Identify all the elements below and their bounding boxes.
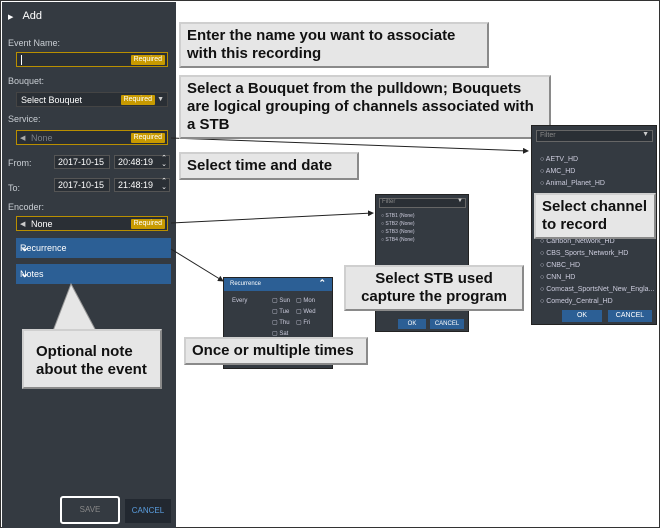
to-time-field[interactable]: 21:48:19 ⌃ ⌄ (114, 178, 170, 192)
to-label: To: (8, 183, 21, 193)
encoder-arrow (170, 210, 374, 224)
save-label: SAVE (79, 505, 101, 514)
callout-event-name: Enter the name you want to associate wit… (179, 22, 489, 68)
stb-item[interactable]: ○ STB4 (None) (381, 237, 415, 243)
channel-item[interactable]: ○ Cartoon_Network_HD (540, 238, 615, 245)
callout-channel: Select channel to record (534, 193, 656, 239)
stb-item[interactable]: ○ STB3 (None) (381, 229, 415, 235)
chevron-down-icon: ⌄ (20, 242, 30, 254)
callout-time: Select time and date (179, 152, 359, 180)
to-date-field[interactable]: 2017-10-15 (54, 178, 110, 192)
stb-list-popup: Filter ▼ ○ STB1 (None) ○ STB2 (None) ○ S… (375, 194, 469, 332)
recurrence-popup-title: Recurrence (230, 281, 262, 287)
spinner-icon: ⌃ ⌄ (161, 155, 167, 168)
service-field[interactable]: ◀ None Required (16, 130, 168, 145)
channel-cancel-button[interactable]: CANCEL (608, 310, 652, 322)
channel-item[interactable]: ○ CNBC_HD (540, 262, 580, 269)
callout-notes: Optional note about the event (22, 329, 162, 389)
day-checkbox[interactable]: ▢ Tue (272, 308, 289, 315)
day-checkbox[interactable]: ▢ Wed (296, 308, 316, 315)
filter-placeholder: Filter (540, 132, 556, 139)
day-checkbox[interactable]: ▢ Thu (272, 319, 290, 326)
bouquet-value: Select Bouquet (21, 95, 83, 105)
chevron-down-icon: ⌄ (20, 268, 30, 280)
left-arrow-icon: ◀ (20, 221, 26, 228)
required-badge: Required (130, 133, 165, 143)
panel-title: Add (22, 10, 43, 22)
dropdown-arrow-icon: ▼ (157, 96, 164, 103)
recurrence-popup-header[interactable]: Recurrence ⌃ (224, 278, 332, 291)
event-name-label: Event Name: (8, 38, 61, 48)
from-date-field[interactable]: 2017-10-15 (54, 155, 110, 169)
left-arrow-icon: ◀ (20, 135, 26, 142)
day-checkbox[interactable]: ▢ Sat (272, 330, 288, 337)
from-time-value: 20:48:19 (118, 157, 154, 167)
channel-filter-input[interactable]: Filter ▼ (536, 130, 653, 142)
bouquet-select[interactable]: Select Bouquet Required ▼ (16, 92, 168, 107)
channel-item[interactable]: ○ Comedy_Central_HD (540, 298, 613, 305)
encoder-field[interactable]: ◀ None Required (16, 216, 168, 231)
cancel-label: CANCEL (131, 506, 165, 515)
day-checkbox[interactable]: ▢ Sun (272, 297, 290, 304)
recurrence-arrow (170, 248, 224, 282)
callout-bouquet: Select a Bouquet from the pulldown; Bouq… (179, 75, 551, 139)
add-recording-panel: ▶ Add Event Name: Required Bouquet: Sele… (2, 2, 176, 528)
service-arrow (170, 137, 529, 154)
bouquet-label: Bouquet: (8, 76, 45, 86)
service-label: Service: (8, 114, 41, 124)
notes-bar[interactable]: Notes ⌄ (16, 264, 171, 284)
spinner-icon: ⌃ ⌄ (161, 178, 167, 191)
save-button[interactable]: SAVE (60, 496, 120, 524)
to-time-value: 21:48:19 (118, 180, 154, 190)
filter-icon: ▼ (642, 131, 649, 138)
channel-item[interactable]: ○ CNN_HD (540, 274, 575, 281)
filter-icon: ▼ (457, 198, 463, 204)
channel-item[interactable]: ○ CBS_Sports_Network_HD (540, 250, 628, 257)
service-value: None (31, 133, 53, 143)
filter-placeholder: Filter (382, 199, 396, 205)
stb-cancel-button[interactable]: CANCEL (430, 319, 464, 329)
day-checkbox[interactable]: ▢ Mon (296, 297, 315, 304)
channel-item[interactable]: ○ Animal_Planet_HD (540, 180, 605, 187)
from-time-field[interactable]: 20:48:19 ⌃ ⌄ (114, 155, 170, 169)
callout-recurrence: Once or multiple times (184, 337, 368, 365)
callout-stb: Select STB used capture the program (344, 265, 524, 311)
tutorial-canvas: ▶ Add Event Name: Required Bouquet: Sele… (0, 0, 660, 528)
channel-item[interactable]: ○ AMC_HD (540, 168, 575, 175)
channel-item[interactable]: ○ Comcast_SportsNet_New_Engla... (540, 286, 654, 293)
chevron-up-icon: ⌃ (318, 278, 326, 288)
required-badge: Required (130, 55, 165, 65)
encoder-value: None (31, 219, 53, 229)
add-header[interactable]: ▶ Add (8, 10, 42, 22)
stb-item[interactable]: ○ STB2 (None) (381, 221, 415, 227)
day-checkbox[interactable]: ▢ Fri (296, 319, 310, 326)
stb-item[interactable]: ○ STB1 (None) (381, 213, 415, 219)
text-cursor (21, 55, 22, 65)
expand-arrow-icon: ▶ (8, 14, 14, 21)
encoder-label: Encoder: (8, 202, 45, 212)
stb-filter-input[interactable]: Filter ▼ (379, 198, 466, 208)
event-name-field[interactable]: Required (16, 52, 168, 67)
from-label: From: (8, 158, 32, 168)
cancel-button[interactable]: CANCEL (125, 499, 171, 523)
channel-item[interactable]: ○ AETV_HD (540, 156, 578, 163)
required-badge: Required (130, 219, 165, 229)
every-label: Every (232, 298, 248, 304)
channel-ok-button[interactable]: OK (562, 310, 602, 322)
recurrence-bar[interactable]: Recurrence ⌄ (16, 238, 171, 258)
required-badge: Required (120, 95, 155, 105)
stb-ok-button[interactable]: OK (398, 319, 426, 329)
